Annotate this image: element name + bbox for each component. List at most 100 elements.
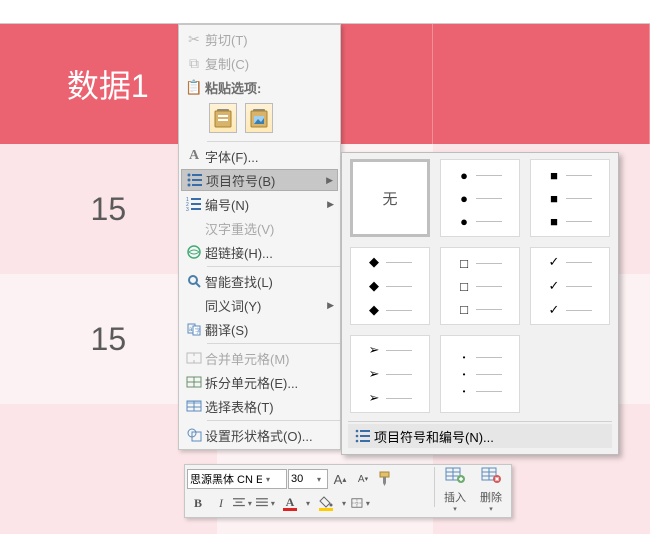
menu-label: 复制(C) bbox=[205, 54, 334, 73]
menu-numbering[interactable]: 123 编号(N) ▶ bbox=[179, 192, 340, 216]
menu-split-cells[interactable]: 拆分单元格(E)... bbox=[179, 370, 340, 394]
menu-label: 剪切(T) bbox=[205, 30, 334, 49]
menu-label: 合并单元格(M) bbox=[205, 349, 334, 368]
format-painter-button[interactable] bbox=[375, 468, 397, 490]
font-name-input[interactable] bbox=[190, 473, 262, 485]
chevron-down-icon[interactable]: ▾ bbox=[302, 499, 314, 508]
font-name-combo[interactable]: ▾ bbox=[187, 469, 287, 489]
delete-table-icon bbox=[481, 467, 501, 488]
translate-icon: a字 bbox=[183, 322, 205, 336]
menu-hyperlink[interactable]: 超链接(H)... bbox=[179, 240, 340, 264]
menu-synonyms[interactable]: 同义词(Y) ▶ bbox=[179, 293, 340, 317]
bullets-and-numbering-menu[interactable]: 项目符号和编号(N)... bbox=[348, 424, 612, 448]
menu-separator bbox=[207, 141, 340, 142]
menu-label: 字体(F)... bbox=[205, 147, 334, 166]
menu-label: 粘贴选项: bbox=[205, 78, 334, 97]
menu-format-shape[interactable]: 设置形状格式(O)... bbox=[179, 423, 340, 447]
split-cells-icon bbox=[183, 376, 205, 388]
chevron-down-icon[interactable]: ▾ bbox=[485, 505, 497, 513]
mini-toolbar: ▾ ▾ A▴ A▾ B I ▾ bbox=[184, 464, 512, 518]
font-icon: A bbox=[183, 148, 205, 164]
bullet-option-disc[interactable]: ● ● ● bbox=[440, 159, 520, 237]
toolbar-separator bbox=[434, 467, 435, 507]
clipboard-icon: 📋 bbox=[183, 79, 205, 96]
bullet-option-none[interactable]: 无 bbox=[350, 159, 430, 237]
menu-select-table[interactable]: 选择表格(T) bbox=[179, 394, 340, 418]
bullet-option-arrow[interactable]: ➢ ➢ ➢ bbox=[350, 335, 430, 413]
bullet-option-square-solid[interactable]: ■ ■ ■ bbox=[530, 159, 610, 237]
chevron-down-icon[interactable]: ▾ bbox=[449, 505, 461, 513]
menu-label: 翻译(S) bbox=[205, 320, 334, 339]
paste-options-row bbox=[179, 99, 340, 139]
paste-picture[interactable] bbox=[245, 103, 273, 133]
chevron-down-icon[interactable]: ▾ bbox=[262, 475, 274, 484]
flyout-separator bbox=[348, 421, 612, 422]
ruler bbox=[0, 0, 650, 24]
header-cell[interactable] bbox=[433, 24, 650, 144]
menu-font[interactable]: A 字体(F)... bbox=[179, 144, 340, 168]
chevron-right-icon: ▶ bbox=[326, 175, 333, 186]
chevron-down-icon[interactable]: ▾ bbox=[313, 475, 325, 484]
menu-smart-lookup[interactable]: 智能查找(L) bbox=[179, 269, 340, 293]
format-shape-icon bbox=[183, 428, 205, 442]
merge-cells-icon bbox=[183, 352, 205, 364]
menu-bullets[interactable]: 项目符号(B) ▶ bbox=[181, 169, 338, 191]
chevron-down-icon[interactable]: ▾ bbox=[245, 499, 255, 508]
font-size-input[interactable] bbox=[289, 473, 313, 485]
button-label: 插入 bbox=[444, 489, 466, 505]
chevron-down-icon[interactable]: ▾ bbox=[363, 499, 373, 508]
chevron-down-icon[interactable]: ▾ bbox=[268, 499, 278, 508]
menu-label: 超链接(H)... bbox=[205, 243, 334, 262]
menu-label: 同义词(Y) bbox=[205, 296, 327, 315]
menu-label: 智能查找(L) bbox=[205, 272, 334, 291]
font-size-combo[interactable]: ▾ bbox=[288, 469, 328, 489]
svg-text:3: 3 bbox=[186, 207, 189, 211]
menu-label: 拆分单元格(E)... bbox=[205, 373, 334, 392]
menu-label: 设置形状格式(O)... bbox=[205, 426, 334, 445]
chevron-right-icon: ▶ bbox=[327, 300, 334, 311]
align-button[interactable]: ▾ bbox=[233, 492, 255, 514]
bullet-option-dot-small[interactable]: • • • bbox=[440, 335, 520, 413]
menu-label: 项目符号(B) bbox=[206, 171, 326, 190]
menu-separator bbox=[207, 420, 340, 421]
bullet-option-check[interactable]: ✓ ✓ ✓ bbox=[530, 247, 610, 325]
svg-text:字: 字 bbox=[195, 327, 201, 335]
menu-copy: ⧉ 复制(C) bbox=[179, 51, 340, 75]
borders-button[interactable]: ▾ bbox=[351, 492, 373, 514]
menu-separator bbox=[207, 266, 340, 267]
bullets-icon bbox=[184, 173, 206, 187]
menu-separator bbox=[207, 343, 340, 344]
menu-label: 汉字重选(V) bbox=[205, 219, 334, 238]
fill-color-button[interactable] bbox=[315, 492, 337, 514]
menu-translate[interactable]: a字 翻译(S) bbox=[179, 317, 340, 341]
context-menu: ✂ 剪切(T) ⧉ 复制(C) 📋 粘贴选项: A 字体(F)... 项目符号(… bbox=[178, 24, 341, 450]
bullets-flyout: 无 ● ● ● ■ ■ ■ ◆ ◆ ◆ □ □ bbox=[341, 152, 619, 455]
hyperlink-icon bbox=[183, 245, 205, 259]
chevron-down-icon[interactable]: ▾ bbox=[338, 499, 350, 508]
bullet-option-diamond[interactable]: ◆ ◆ ◆ bbox=[350, 247, 430, 325]
bullet-option-square-hollow[interactable]: □ □ □ bbox=[440, 247, 520, 325]
italic-button[interactable]: I bbox=[210, 492, 232, 514]
delete-button[interactable]: 删除 ▾ bbox=[473, 467, 509, 513]
numbering-icon: 123 bbox=[183, 197, 205, 211]
select-table-icon bbox=[183, 400, 205, 412]
menu-label: 编号(N) bbox=[205, 195, 327, 214]
toolbar-row-1: ▾ ▾ A▴ A▾ bbox=[187, 467, 432, 491]
paste-keep-formatting[interactable] bbox=[209, 103, 237, 133]
search-icon bbox=[183, 274, 205, 288]
insert-button[interactable]: 插入 ▾ bbox=[437, 467, 473, 513]
bullet-grid: 无 ● ● ● ■ ■ ■ ◆ ◆ ◆ □ □ bbox=[348, 159, 612, 413]
vertical-align-button[interactable]: ▾ bbox=[256, 492, 278, 514]
button-label: 删除 bbox=[480, 489, 502, 505]
font-color-button[interactable]: A bbox=[279, 492, 301, 514]
menu-paste-header: 📋 粘贴选项: bbox=[179, 75, 340, 99]
grow-font-button[interactable]: A▴ bbox=[329, 468, 351, 490]
bold-button[interactable]: B bbox=[187, 492, 209, 514]
menu-merge-cells: 合并单元格(M) bbox=[179, 346, 340, 370]
none-label: 无 bbox=[382, 188, 397, 209]
menu-hanzi-reselect: 汉字重选(V) bbox=[179, 216, 340, 240]
bullets-numbering-icon bbox=[352, 429, 374, 443]
scissors-icon: ✂ bbox=[183, 31, 205, 48]
shrink-font-button[interactable]: A▾ bbox=[352, 468, 374, 490]
menu-label: 选择表格(T) bbox=[205, 397, 334, 416]
